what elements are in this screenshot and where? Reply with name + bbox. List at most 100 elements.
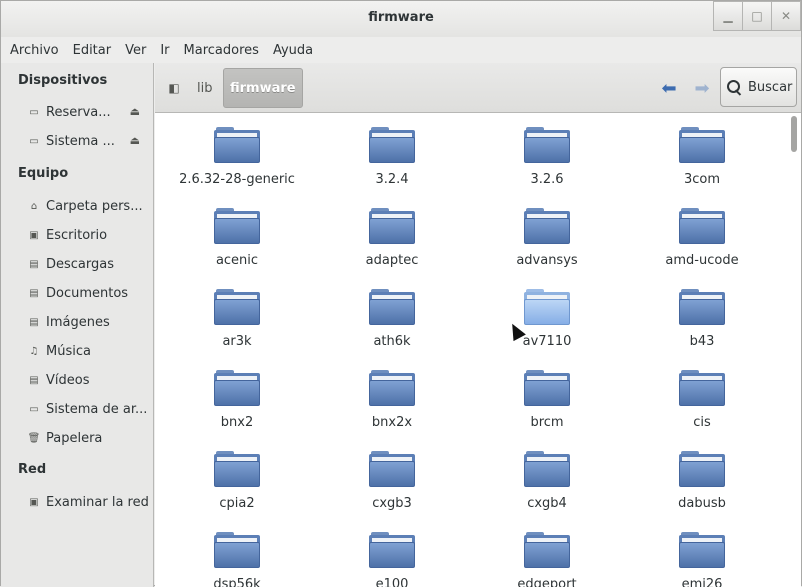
folder-name: b43 bbox=[689, 334, 715, 349]
documents-folder-icon: ▤ bbox=[29, 287, 39, 299]
sidebar-item-label: Escritorio bbox=[46, 227, 108, 243]
sidebar-item-label: Música bbox=[46, 343, 91, 359]
folder-item[interactable]: 2.6.32-28-generic bbox=[162, 113, 312, 193]
folder-item[interactable]: dabusb bbox=[627, 437, 777, 517]
filesystem-icon: ▭ bbox=[29, 403, 39, 415]
folder-icon bbox=[679, 370, 725, 406]
menu-bar: Archivo Editar Ver Ir Marcadores Ayuda bbox=[1, 37, 801, 63]
folder-icon bbox=[369, 289, 415, 325]
breadcrumb-firmware[interactable]: firmware bbox=[223, 68, 303, 108]
forward-arrow-icon[interactable]: ➡ bbox=[690, 78, 714, 99]
folder-icon bbox=[679, 289, 725, 325]
folder-item[interactable]: cis bbox=[627, 356, 777, 436]
sidebar-item-reserva[interactable]: ▭ Reserva... ⏏ bbox=[1, 99, 153, 125]
folder-item[interactable]: amd-ucode bbox=[627, 194, 777, 274]
desktop-icon: ▣ bbox=[29, 229, 39, 241]
folder-item[interactable]: dsp56k bbox=[162, 518, 312, 587]
drive-icon: ▭ bbox=[29, 135, 39, 147]
sidebar-item-desktop[interactable]: ▣ Escritorio bbox=[1, 222, 153, 248]
folder-name: amd-ucode bbox=[665, 253, 739, 268]
menu-archivo[interactable]: Archivo bbox=[3, 43, 66, 58]
folder-icon bbox=[214, 127, 260, 163]
folder-item[interactable]: e100 bbox=[317, 518, 467, 587]
sidebar-item-videos[interactable]: ▤ Vídeos bbox=[1, 367, 153, 393]
sidebar-item-label: Reserva... bbox=[46, 104, 111, 120]
close-button[interactable]: ✕ bbox=[771, 1, 801, 31]
vertical-scrollbar[interactable] bbox=[787, 113, 801, 587]
folder-icon bbox=[214, 208, 260, 244]
folder-icon bbox=[679, 451, 725, 487]
menu-editar[interactable]: Editar bbox=[66, 43, 119, 58]
folder-name: 2.6.32-28-generic bbox=[179, 172, 295, 187]
folder-item[interactable]: 3.2.4 bbox=[317, 113, 467, 193]
folder-item[interactable]: bnx2x bbox=[317, 356, 467, 436]
sidebar-item-network[interactable]: ▣ Examinar la red bbox=[1, 489, 153, 515]
folder-item[interactable]: brcm bbox=[472, 356, 622, 436]
back-arrow-icon[interactable]: ⬅ bbox=[657, 78, 681, 99]
folder-icon bbox=[214, 451, 260, 487]
folder-icon bbox=[679, 208, 725, 244]
folder-item[interactable]: av7110 bbox=[472, 275, 622, 355]
sidebar-item-filesystem[interactable]: ▭ Sistema de ar... bbox=[1, 396, 153, 422]
sidebar-item-label: Sistema ... bbox=[46, 133, 115, 149]
folder-icon bbox=[524, 289, 570, 325]
folder-item[interactable]: adaptec bbox=[317, 194, 467, 274]
sidebar-item-home[interactable]: ⌂ Carpeta pers... bbox=[1, 193, 153, 219]
sidebar-item-music[interactable]: ♫ Música bbox=[1, 338, 153, 364]
breadcrumb-lib[interactable]: lib bbox=[191, 68, 218, 108]
folder-icon bbox=[679, 127, 725, 163]
folder-item[interactable]: b43 bbox=[627, 275, 777, 355]
sidebar-item-documents[interactable]: ▤ Documentos bbox=[1, 280, 153, 306]
folder-item[interactable]: ath6k bbox=[317, 275, 467, 355]
folder-icon bbox=[369, 127, 415, 163]
sidebar-item-label: Sistema de ar... bbox=[46, 401, 148, 417]
sidebar-item-pictures[interactable]: ▤ Imágenes bbox=[1, 309, 153, 335]
folder-icon bbox=[369, 208, 415, 244]
folder-item[interactable]: cxgb3 bbox=[317, 437, 467, 517]
folder-item[interactable]: 3.2.6 bbox=[472, 113, 622, 193]
music-folder-icon: ♫ bbox=[29, 345, 39, 357]
menu-ayuda[interactable]: Ayuda bbox=[266, 43, 320, 58]
folder-icon bbox=[679, 532, 725, 568]
search-button[interactable]: Buscar bbox=[720, 67, 797, 107]
folder-item[interactable]: bnx2 bbox=[162, 356, 312, 436]
folder-item[interactable]: emi26 bbox=[627, 518, 777, 587]
window-controls: ▁ □ ✕ bbox=[713, 1, 801, 31]
folder-item[interactable]: ar3k bbox=[162, 275, 312, 355]
folder-name: adaptec bbox=[365, 253, 419, 268]
root-crumb-icon[interactable]: ◧ bbox=[162, 76, 186, 100]
minimize-button[interactable]: ▁ bbox=[713, 1, 743, 31]
folder-item[interactable]: cpia2 bbox=[162, 437, 312, 517]
sidebar-item-sistema[interactable]: ▭ Sistema ... ⏏ bbox=[1, 128, 153, 154]
file-manager-window: firmware ▁ □ ✕ Archivo Editar Ver Ir Mar… bbox=[0, 0, 802, 587]
folder-name: bnx2x bbox=[371, 415, 413, 430]
videos-folder-icon: ▤ bbox=[29, 374, 39, 386]
places-sidebar: Dispositivos ▭ Reserva... ⏏ ▭ Sistema ..… bbox=[1, 63, 154, 587]
folder-item[interactable]: edgeport bbox=[472, 518, 622, 587]
location-toolbar: ◧ lib firmware ⬅ ➡ Buscar bbox=[155, 63, 801, 113]
sidebar-item-trash[interactable]: 🗑 Papelera bbox=[1, 425, 153, 451]
eject-icon[interactable]: ⏏ bbox=[130, 105, 140, 118]
folder-name: acenic bbox=[215, 253, 259, 268]
folder-item[interactable]: acenic bbox=[162, 194, 312, 274]
maximize-button[interactable]: □ bbox=[742, 1, 772, 31]
folder-name: cpia2 bbox=[219, 496, 255, 511]
sidebar-item-label: Carpeta pers... bbox=[46, 198, 143, 214]
title-bar[interactable]: firmware ▁ □ ✕ bbox=[1, 1, 801, 37]
menu-marcadores[interactable]: Marcadores bbox=[177, 43, 266, 58]
folder-item[interactable]: advansys bbox=[472, 194, 622, 274]
file-view[interactable]: 2.6.32-28-generic 3.2.4 3.2.6 3com acenic ada… bbox=[155, 113, 801, 587]
menu-ir[interactable]: Ir bbox=[153, 43, 176, 58]
folder-name: brcm bbox=[530, 415, 564, 430]
folder-item[interactable]: 3com bbox=[627, 113, 777, 193]
sidebar-item-label: Documentos bbox=[46, 285, 129, 301]
scrollbar-thumb[interactable] bbox=[791, 116, 797, 152]
folder-name: 3com bbox=[683, 172, 721, 187]
folder-icon bbox=[369, 532, 415, 568]
folder-icon bbox=[524, 208, 570, 244]
eject-icon[interactable]: ⏏ bbox=[130, 134, 140, 147]
folder-name: dabusb bbox=[678, 496, 726, 511]
menu-ver[interactable]: Ver bbox=[118, 43, 153, 58]
sidebar-item-downloads[interactable]: ▤ Descargas bbox=[1, 251, 153, 277]
folder-item[interactable]: cxgb4 bbox=[472, 437, 622, 517]
